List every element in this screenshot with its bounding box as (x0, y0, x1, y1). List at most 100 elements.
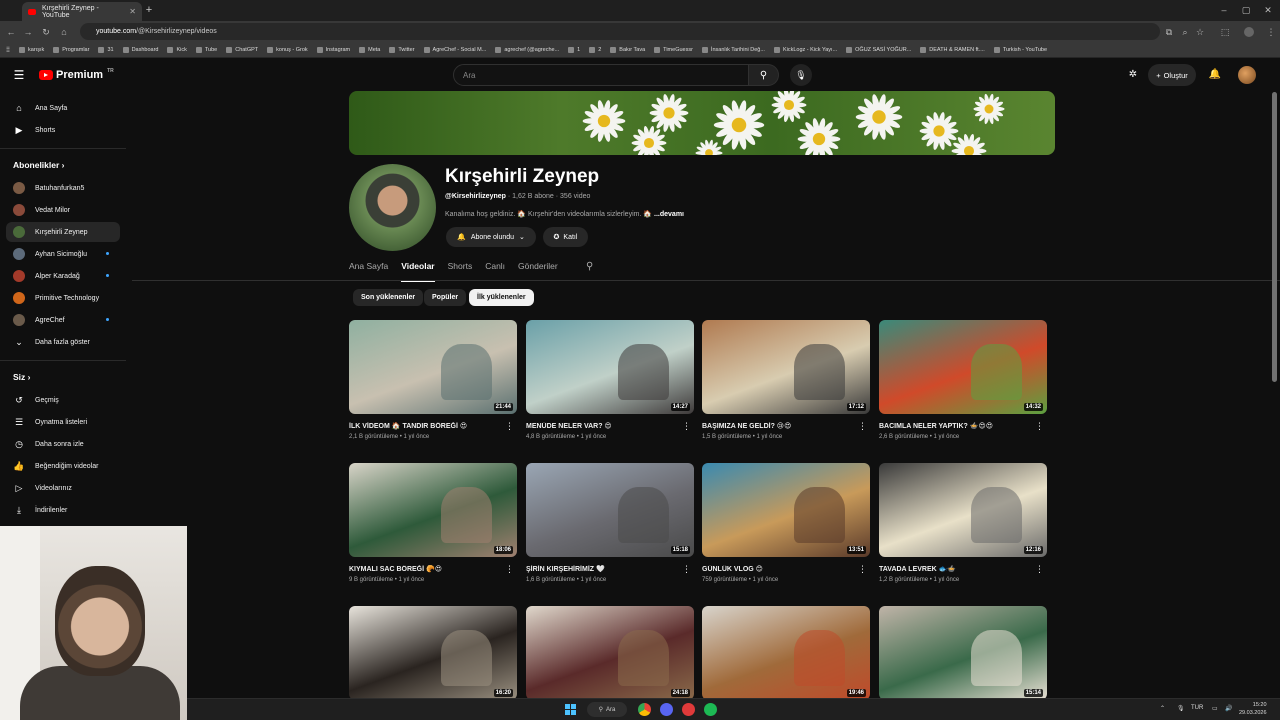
more-options-icon[interactable]: ⋮ (858, 421, 867, 432)
extensions-icon[interactable]: ⬚ (1218, 25, 1232, 39)
sort-chip[interactable]: Son yüklenenler (353, 289, 424, 306)
tray-chevron-icon[interactable]: ⌃ (1160, 705, 1165, 712)
video-title[interactable]: BAŞIMIZA NE GELDİ? 😢😍 (702, 422, 870, 430)
windows-start-icon[interactable] (565, 704, 576, 715)
video-title[interactable]: KIYMALI SAC BÖREĞİ 🥐😍 (349, 565, 517, 573)
create-button[interactable]: + Oluştur (1148, 64, 1196, 86)
notifications-bell-icon[interactable]: 🔔 (1208, 68, 1222, 82)
bookmark-item[interactable]: Tube (195, 46, 217, 53)
bookmark-item[interactable]: Turkish - YouTube (993, 46, 1047, 53)
account-avatar[interactable] (1238, 66, 1256, 84)
reload-icon[interactable]: ↻ (39, 25, 53, 39)
tab-1[interactable]: Videolar (401, 261, 435, 282)
video-thumbnail[interactable]: 21:44 (349, 320, 517, 414)
sidebar-item[interactable]: ⌂ Ana Sayfa (6, 98, 120, 118)
sidebar-item[interactable]: Kırşehirli Zeynep (6, 222, 120, 242)
video-thumbnail[interactable]: 15:14 (879, 606, 1047, 698)
video-card[interactable]: 16:20 (349, 606, 517, 698)
video-card[interactable]: 14:32 BACIMLA NELER YAPTIK? 🍲😍😍 2,6 B görü… (879, 320, 1047, 440)
video-title[interactable]: GÜNLÜK VLOG 😊 (702, 565, 870, 573)
browser-tab[interactable]: Kırşehirli Zeynep - YouTube ✕ (22, 2, 142, 21)
description-more-link[interactable]: ...devamı (654, 211, 684, 218)
video-thumbnail[interactable]: 14:32 (879, 320, 1047, 414)
maximize-button[interactable]: ▢ (1236, 3, 1256, 17)
clock[interactable]: 15:20 29.03.2026 (1239, 701, 1267, 717)
sidebar-item[interactable]: ◷ Daha sonra izle (6, 434, 120, 454)
video-thumbnail[interactable]: 19:46 (702, 606, 870, 698)
taskbar-search[interactable]: ⚲ Ara (587, 702, 627, 717)
search-input[interactable]: Ara (453, 64, 749, 86)
video-card[interactable]: 15:14 (879, 606, 1047, 698)
sidebar-item[interactable]: ⤓ İndirilenler (6, 500, 120, 520)
new-tab-button[interactable]: + (142, 3, 156, 17)
more-options-icon[interactable]: ⋮ (505, 564, 514, 575)
tab-0[interactable]: Ana Sayfa (349, 261, 388, 282)
tab-4[interactable]: Gönderiler (518, 261, 558, 282)
premium-badge-icon[interactable]: ✲ (1126, 68, 1140, 82)
chrome-icon[interactable] (638, 703, 651, 716)
apps-grid-icon[interactable]: ⣿ (6, 47, 10, 53)
video-title[interactable]: TAVADA LEVREK 🐟🍲 (879, 565, 1047, 573)
install-icon[interactable]: ⧉ (1162, 25, 1176, 39)
bookmark-item[interactable]: Bakır Tava (610, 46, 645, 53)
video-card[interactable]: 19:46 (702, 606, 870, 698)
tab-close-icon[interactable]: ✕ (129, 7, 136, 16)
more-options-icon[interactable]: ⋮ (858, 564, 867, 575)
bookmark-item[interactable]: Dashboard (122, 46, 158, 53)
video-thumbnail[interactable]: 15:18 (526, 463, 694, 557)
more-options-icon[interactable]: ⋮ (682, 421, 691, 432)
channel-search-icon[interactable]: ⚲ (586, 261, 593, 272)
sidebar-item[interactable]: ↺ Geçmiş (6, 390, 120, 410)
sort-chip[interactable]: İlk yüklenenler (469, 289, 534, 306)
video-thumbnail[interactable]: 24:18 (526, 606, 694, 698)
network-icon[interactable]: ▭ (1212, 705, 1218, 712)
video-card[interactable]: 17:12 BAŞIMIZA NE GELDİ? 😢😍 1,5 B görüntül… (702, 320, 870, 440)
bookmark-item[interactable]: ChatGPT (226, 46, 258, 53)
app-icon[interactable] (682, 703, 695, 716)
bookmark-item[interactable]: agrechef (@agreche... (495, 46, 559, 53)
video-thumbnail[interactable]: 12:16 (879, 463, 1047, 557)
volume-icon[interactable]: 🔊 (1225, 705, 1232, 712)
subscribed-button[interactable]: 🔔 Abone olundu ⌄ (446, 227, 536, 247)
video-title[interactable]: BACIMLA NELER YAPTIK? 🍲😍😍 (879, 422, 1047, 430)
video-card[interactable]: 24:18 (526, 606, 694, 698)
bookmark-item[interactable]: karışık (19, 46, 44, 53)
forward-icon[interactable]: → (21, 25, 35, 39)
video-card[interactable]: 14:27 MENÜDE NELER VAR? 😍 4,8 B görüntülem… (526, 320, 694, 440)
video-thumbnail[interactable]: 17:12 (702, 320, 870, 414)
video-thumbnail[interactable]: 14:27 (526, 320, 694, 414)
more-options-icon[interactable]: ⋮ (505, 421, 514, 432)
bookmark-item[interactable]: Programlar (53, 46, 89, 53)
video-thumbnail[interactable]: 18:06 (349, 463, 517, 557)
bookmark-item[interactable]: KickLogz - Kick Yayı... (773, 46, 837, 53)
sidebar-item[interactable]: ☰ Oynatma listeleri (6, 412, 120, 432)
language-indicator[interactable]: TUR (1191, 705, 1203, 711)
bookmark-item[interactable]: konuş - Grok (267, 46, 308, 53)
close-window-button[interactable]: ✕ (1258, 3, 1278, 17)
sidebar-item[interactable]: AgreChef (6, 310, 120, 330)
sidebar-item[interactable]: ▷ Videolarınız (6, 478, 120, 498)
hamburger-menu-icon[interactable]: ☰ (12, 68, 26, 82)
bookmark-item[interactable]: Meta (359, 46, 380, 53)
sidebar-item[interactable]: Vedat Milor (6, 200, 120, 220)
video-card[interactable]: 13:51 GÜNLÜK VLOG 😊 759 görüntüleme • 1 yı… (702, 463, 870, 583)
bookmark-item[interactable]: DEATH & RAMEN ft.... (920, 46, 985, 53)
video-title[interactable]: ŞİRİN KIRŞEHİRİMİZ 🤍 (526, 565, 694, 573)
page-scrollbar[interactable] (1272, 92, 1277, 382)
bookmark-star-icon[interactable]: ☆ (1193, 25, 1207, 39)
bookmark-item[interactable]: 31 (98, 46, 114, 53)
sort-chip[interactable]: Popüler (424, 289, 467, 306)
sidebar-item[interactable]: Primitive Technology (6, 288, 120, 308)
search-button[interactable]: ⚲ (749, 64, 779, 86)
profile-icon[interactable] (1244, 27, 1254, 37)
menu-icon[interactable]: ⋮ (1264, 25, 1278, 39)
tab-2[interactable]: Shorts (448, 261, 473, 282)
bookmark-item[interactable]: 2 (589, 46, 601, 53)
youtube-logo[interactable]: Premium TR (39, 68, 114, 81)
channel-description[interactable]: Kanalıma hoş geldiniz. 🏠 Kırşehir'den vi… (445, 210, 684, 218)
sidebar-item[interactable]: ▶ Shorts (6, 120, 120, 140)
video-title[interactable]: MENÜDE NELER VAR? 😍 (526, 422, 694, 430)
video-title[interactable]: İLK VİDEOM 🏠 TANDIR BÖREĞİ 😍 (349, 422, 517, 430)
sidebar-item[interactable]: Ayhan Sicimoğlu (6, 244, 120, 264)
bookmark-item[interactable]: Kick (167, 46, 187, 53)
